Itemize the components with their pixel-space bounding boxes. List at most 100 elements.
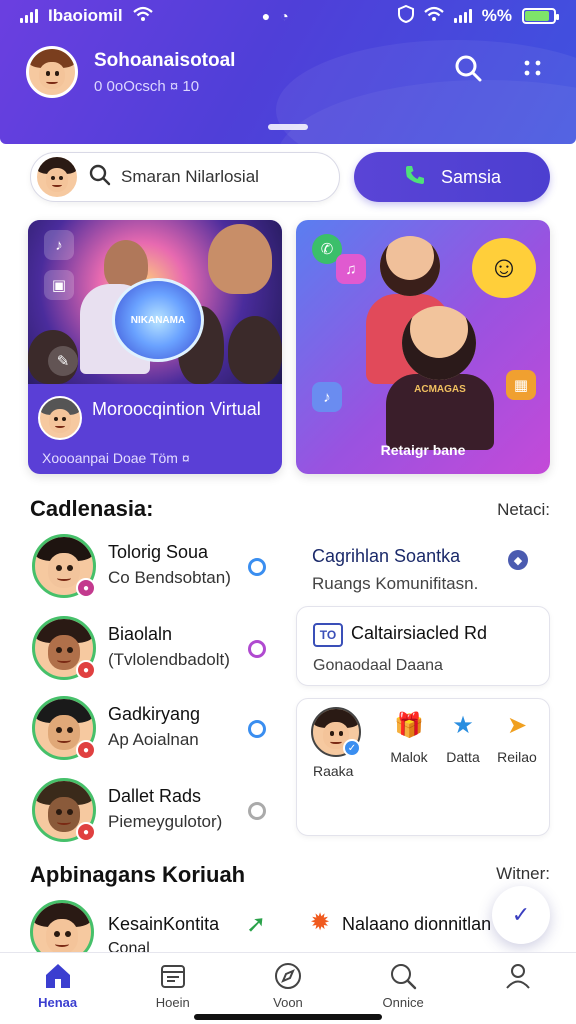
notification-dot-icon: ● (261, 8, 271, 24)
status-badge: ● (76, 578, 96, 598)
contact-status: Ap Aoialnan (108, 730, 199, 749)
hologram-orb: NIKANAMA (112, 278, 204, 362)
contact-status: (Tvlolendbadolt) (108, 650, 230, 669)
profile-name: Sohoanaisotoal (94, 49, 236, 71)
phone-icon (403, 163, 427, 192)
contact-row[interactable]: ● Biaolaln (Tvlolendbadolt) (32, 616, 272, 684)
send-icon: ➤ (506, 712, 528, 739)
smile-emoji-icon: ☺ (472, 238, 536, 298)
calendar-icon (160, 965, 185, 988)
contact-row[interactable]: ● Tolorig Soua Co Bendsobtan) (32, 534, 272, 602)
search-icon[interactable] (452, 52, 484, 84)
community-card[interactable]: TO Caltairsiacled Rd Gonaodaal Daana (296, 606, 550, 686)
presence-ring-icon[interactable] (248, 802, 266, 820)
contact-row[interactable]: ● Gadkiryang Ap Aoialnan (32, 696, 272, 764)
list-item-title[interactable]: Nalaano dionnitlan (342, 914, 491, 935)
music-note-icon: ♫ (336, 254, 366, 284)
wifi-strong-icon (424, 6, 444, 27)
verified-icon: ✓ (343, 739, 361, 757)
nav-home[interactable]: Henaa (13, 961, 103, 1010)
home-indicator (194, 1014, 382, 1020)
section-heading: Cadlenasia: (30, 496, 154, 521)
contact-row[interactable]: ● Dallet Rads Piemeygulotor) (32, 778, 272, 846)
profile-subtitle: 0 0oOcsch ¤ 10 (94, 77, 200, 95)
action-label: Reilao (497, 749, 537, 765)
nav-label: Onnice (382, 995, 424, 1010)
avatar (35, 155, 79, 199)
search-query: Smaran Nilarlosial (121, 167, 259, 186)
section-heading: Apbinagans Koriuah (30, 862, 246, 887)
avatar (38, 396, 82, 440)
kid-shirt: ACMAGAS (386, 374, 494, 450)
action-send[interactable]: ➤ Reilao (487, 711, 547, 765)
page-indicator (268, 124, 308, 130)
grid-dots-icon[interactable] (518, 52, 550, 84)
community-card-title: Caltairsiacled Rd (351, 623, 488, 643)
app-header: Ibaoiomil ● ◔ %% Sohoanaisotoal 0 0oOcsc… (0, 0, 576, 144)
edit-icon: ✎ (48, 346, 78, 376)
virtual-event-card[interactable]: NIKANAMA ♪ ▣ ✎ Moroocqintion Virtual Xoo… (28, 220, 282, 474)
presence-ring-icon[interactable] (248, 720, 266, 738)
battery-percent: %% (481, 6, 512, 25)
contact-status: Co Bendsobtan) (108, 568, 231, 587)
carrier-name: Ibaoiomil (48, 6, 123, 25)
profile-summary[interactable]: Sohoanaisotoal 0 0oOcsch ¤ 10 (26, 46, 235, 98)
avatar[interactable]: ✓ (311, 707, 363, 759)
gift-icon: 🎁 (394, 712, 424, 739)
status-badge: ● (76, 660, 96, 680)
home-icon (45, 964, 70, 988)
avatar-label: Raaka (313, 763, 354, 779)
status-bar: Ibaoiomil ● ◔ %% (0, 0, 576, 32)
image-icon: ▣ (44, 270, 74, 300)
action-gift[interactable]: 🎁 Malok (379, 711, 439, 765)
location-pin-icon: ◆ (508, 550, 528, 570)
group-subtitle: Ruangs Komunifitasn. (312, 574, 479, 593)
search-icon (391, 964, 417, 990)
concert-illustration: NIKANAMA ♪ ▣ ✎ (28, 220, 282, 384)
status-badge: ● (76, 740, 96, 760)
compass-icon (274, 963, 301, 989)
group-title[interactable]: Cagrihlan Soantka (312, 546, 460, 567)
community-card-subtitle: Gonaodaal Daana (313, 657, 443, 674)
wifi-icon (132, 6, 153, 27)
card-footer-label: Retaigr bane (380, 442, 466, 458)
quick-actions-card: ✓ Raaka 🎁 Malok ★ Datta ➤ Reilao (296, 698, 550, 836)
call-button-label: Samsia (440, 166, 502, 187)
battery-icon (521, 8, 559, 24)
list-item-title[interactable]: KesainKontita (108, 914, 219, 935)
card-subtitle: Xoooanpai Doae Töm ¤ (42, 450, 190, 466)
presence-ring-icon[interactable] (248, 640, 266, 658)
contact-status: Piemeygulotor) (108, 812, 223, 831)
nav-calendar[interactable]: Hoein (128, 961, 218, 1010)
avatar[interactable] (26, 46, 78, 98)
status-badge: ● (76, 822, 96, 842)
action-label: Datta (446, 749, 480, 765)
presence-ring-icon[interactable] (248, 558, 266, 576)
photo-icon: ▦ (506, 370, 536, 400)
action-star[interactable]: ★ Datta (433, 711, 493, 765)
creator-card[interactable]: ACMAGAS ☺ ✆ ♫ ♪ ▦ Retaigr bane (296, 220, 550, 474)
kid-illustration (402, 306, 476, 380)
search-input[interactable]: Smaran Nilarlosial (30, 152, 340, 202)
chevron-down-icon: ✓ (511, 902, 531, 927)
call-button[interactable]: Samsia (354, 152, 550, 202)
alarm-icon: ◔ (280, 8, 289, 24)
nav-explore[interactable]: Voon (243, 961, 333, 1010)
contact-name: Gadkiryang (108, 704, 201, 724)
fab-chevron-down-button[interactable]: ✓ (492, 886, 550, 944)
cell-signal-icon (453, 9, 472, 23)
vpn-icon (397, 4, 414, 28)
profile-icon (506, 964, 531, 989)
nav-search[interactable]: Onnice (358, 961, 448, 1010)
nav-profile[interactable] (473, 961, 563, 995)
music-note-icon: ♪ (44, 230, 74, 260)
tag-chip: TO (313, 623, 343, 647)
contact-name: Dallet Rads (108, 786, 202, 806)
see-all-link[interactable]: Witner: (496, 864, 550, 884)
music-note-icon: ♪ (312, 382, 342, 412)
battery-fill (524, 11, 549, 21)
action-label: Malok (390, 749, 428, 765)
nav-label: Voon (273, 995, 303, 1010)
see-all-link[interactable]: Netaci: (497, 500, 550, 520)
contact-name: Biaolaln (108, 624, 173, 644)
